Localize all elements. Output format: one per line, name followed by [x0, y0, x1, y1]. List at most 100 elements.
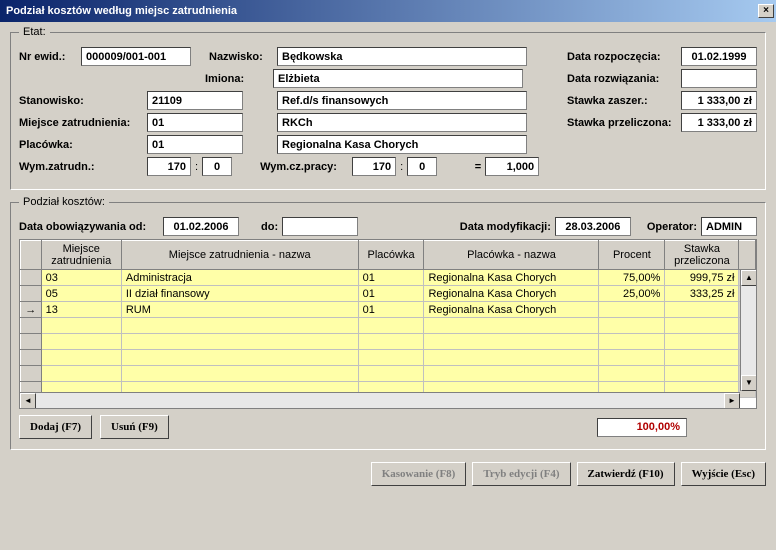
window-title: Podział kosztów według miejsc zatrudnien…	[6, 5, 758, 17]
wym-zatr-2: 0	[202, 157, 232, 176]
operator-field: ADMIN	[701, 217, 757, 236]
table-row[interactable]	[21, 350, 756, 366]
cell-mz[interactable]: 05	[41, 286, 121, 302]
cell-mz[interactable]: 03	[41, 270, 121, 286]
wym-cz-2: 0	[407, 157, 437, 176]
nazwisko-field: Będkowska	[277, 47, 527, 66]
titlebar: Podział kosztów według miejsc zatrudnien…	[0, 0, 776, 22]
cell-proc[interactable]: 25,00%	[599, 286, 665, 302]
kasowanie-button[interactable]: Kasowanie (F8)	[371, 462, 467, 486]
miejsce-nazwa-field: RKCh	[277, 113, 527, 132]
cell-pl[interactable]: 01	[358, 302, 424, 318]
scroll-up-icon[interactable]: ▲	[741, 270, 757, 286]
cell-st[interactable]: 999,75 zł	[665, 270, 739, 286]
row-indicator-icon	[21, 286, 42, 302]
podzial-legend: Podział kosztów:	[19, 196, 109, 208]
cell-mzn[interactable]: Administracja	[121, 270, 358, 286]
row-indicator-icon	[21, 270, 42, 286]
cell-proc[interactable]	[599, 302, 665, 318]
stanowisko-label: Stanowisko:	[19, 95, 143, 107]
scroll-left-icon[interactable]: ◄	[20, 393, 36, 409]
stawka-przel-label: Stawka przeliczona:	[567, 117, 677, 129]
data-mod-field: 28.03.2006	[555, 217, 631, 236]
col-spacer	[739, 241, 756, 270]
cell-pl[interactable]: 01	[358, 286, 424, 302]
grid-header-row: Miejsce zatrudnienia Miejsce zatrudnieni…	[21, 241, 756, 270]
table-row[interactable]	[21, 366, 756, 382]
row-indicator-icon: →	[21, 302, 42, 318]
colon-2: :	[400, 161, 403, 173]
col-pln[interactable]: Placówka - nazwa	[424, 241, 599, 270]
cell-proc[interactable]: 75,00%	[599, 270, 665, 286]
wym-zatr-label: Wym.zatrudn.:	[19, 161, 143, 173]
imiona-label: Imiona:	[205, 73, 269, 85]
col-mzn[interactable]: Miejsce zatrudnienia - nazwa	[121, 241, 358, 270]
trybedycji-button[interactable]: Tryb edycji (F4)	[472, 462, 570, 486]
nr-ewid-field: 000009/001-001	[81, 47, 191, 66]
table-row[interactable]: 05II dział finansowy01Regionalna Kasa Ch…	[21, 286, 756, 302]
col-pl[interactable]: Placówka	[358, 241, 424, 270]
data-od-field[interactable]: 01.02.2006	[163, 217, 239, 236]
grid[interactable]: Miejsce zatrudnienia Miejsce zatrudnieni…	[19, 239, 757, 409]
cell-mzn[interactable]: II dział finansowy	[121, 286, 358, 302]
col-st[interactable]: Stawka przeliczona	[665, 241, 739, 270]
scroll-down-icon[interactable]: ▼	[741, 375, 757, 391]
table-row[interactable]: →13RUM01Regionalna Kasa Chorych	[21, 302, 756, 318]
nazwisko-label: Nazwisko:	[209, 51, 273, 63]
wym-cz-1: 170	[352, 157, 396, 176]
dodaj-button[interactable]: Dodaj (F7)	[19, 415, 92, 439]
table-row[interactable]: 03Administracja01Regionalna Kasa Chorych…	[21, 270, 756, 286]
stawka-zaszer-field: 1 333,00 zł	[681, 91, 757, 110]
stawka-zaszer-label: Stawka zaszer.:	[567, 95, 677, 107]
stawka-przel-field: 1 333,00 zł	[681, 113, 757, 132]
stanowisko-kod-field: 21109	[147, 91, 243, 110]
wyjscie-button[interactable]: Wyjście (Esc)	[681, 462, 766, 486]
placowka-label: Placówka:	[19, 139, 143, 151]
stanowisko-nazwa-field: Ref.d/s finansowych	[277, 91, 527, 110]
miejsce-label: Miejsce zatrudnienia:	[19, 117, 143, 129]
content: Etat: Nr ewid.: 000009/001-001 Nazwisko:…	[0, 22, 776, 494]
nr-ewid-label: Nr ewid.:	[19, 51, 77, 63]
zatwierdz-button[interactable]: Zatwierdź (F10)	[577, 462, 675, 486]
data-rozw-field	[681, 69, 757, 88]
data-rozp-field: 01.02.1999	[681, 47, 757, 66]
cell-mz[interactable]: 13	[41, 302, 121, 318]
close-icon[interactable]: ×	[758, 4, 774, 18]
cell-pl[interactable]: 01	[358, 270, 424, 286]
col-proc[interactable]: Procent	[599, 241, 665, 270]
total-percent: 100,00%	[597, 418, 687, 437]
scroll-right-icon[interactable]: ►	[724, 393, 740, 409]
data-od-label: Data obowiązywania od:	[19, 221, 159, 233]
usun-button[interactable]: Usuń (F9)	[100, 415, 169, 439]
wym-zatr-1: 170	[147, 157, 191, 176]
scrollbar-horizontal[interactable]: ◄ ►	[20, 392, 740, 408]
podzial-group: Podział kosztów: Data obowiązywania od: …	[10, 196, 766, 450]
do-label: do:	[261, 221, 278, 233]
wym-ratio-field: 1,000	[485, 157, 539, 176]
table-row[interactable]	[21, 318, 756, 334]
grid-table: Miejsce zatrudnienia Miejsce zatrudnieni…	[20, 240, 756, 398]
etat-group: Etat: Nr ewid.: 000009/001-001 Nazwisko:…	[10, 26, 766, 190]
cell-pln[interactable]: Regionalna Kasa Chorych	[424, 286, 599, 302]
data-mod-label: Data modyfikacji:	[460, 221, 551, 233]
cell-st[interactable]: 333,25 zł	[665, 286, 739, 302]
scrollbar-vertical[interactable]: ▲ ▼	[740, 270, 756, 391]
data-rozp-label: Data rozpoczęcia:	[567, 51, 677, 63]
placowka-nazwa-field: Regionalna Kasa Chorych	[277, 135, 527, 154]
data-rozw-label: Data rozwiązania:	[567, 73, 677, 85]
colon-1: :	[195, 161, 198, 173]
col-sel[interactable]	[21, 241, 42, 270]
operator-label: Operator:	[647, 221, 697, 233]
imiona-field: Elżbieta	[273, 69, 523, 88]
eq-label: =	[441, 161, 481, 173]
miejsce-kod-field: 01	[147, 113, 243, 132]
table-row[interactable]	[21, 334, 756, 350]
cell-st[interactable]	[665, 302, 739, 318]
cell-pln[interactable]: Regionalna Kasa Chorych	[424, 302, 599, 318]
do-field[interactable]	[282, 217, 358, 236]
col-mz[interactable]: Miejsce zatrudnienia	[41, 241, 121, 270]
cell-pln[interactable]: Regionalna Kasa Chorych	[424, 270, 599, 286]
wym-cz-label: Wym.cz.pracy:	[260, 161, 348, 173]
cell-mzn[interactable]: RUM	[121, 302, 358, 318]
placowka-kod-field: 01	[147, 135, 243, 154]
